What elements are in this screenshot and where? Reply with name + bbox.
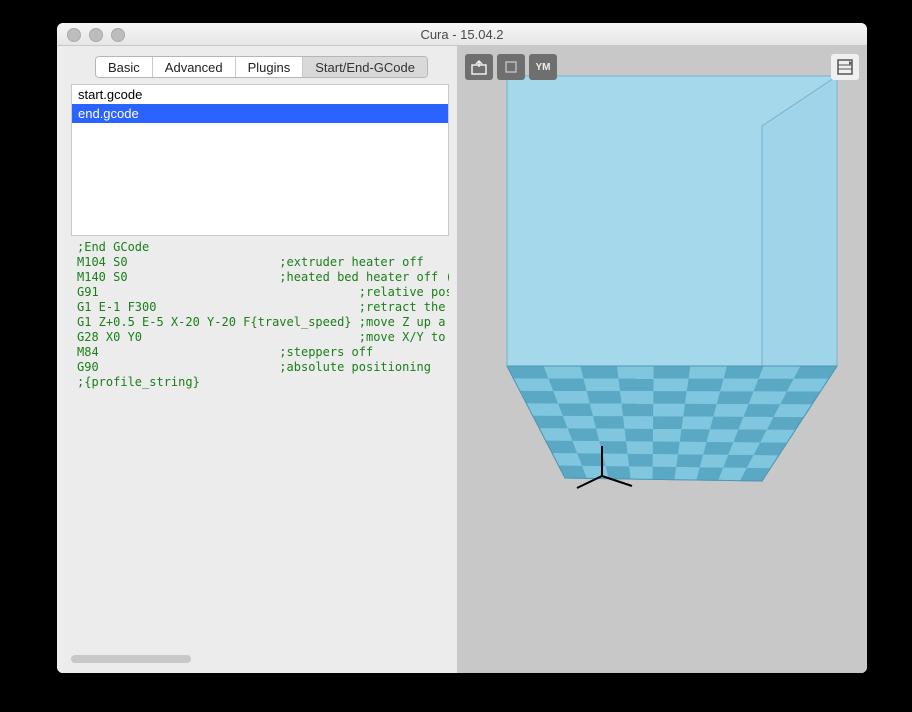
tab-advanced[interactable]: Advanced — [153, 57, 236, 77]
ym-icon: YM — [536, 62, 551, 73]
titlebar: Cura - 15.04.2 — [57, 23, 867, 46]
gcode-file-list[interactable]: start.gcodeend.gcode — [71, 84, 449, 236]
square-icon — [503, 59, 519, 75]
settings-pane: BasicAdvancedPluginsStart/End-GCode star… — [57, 46, 457, 673]
view-mode-button[interactable] — [831, 54, 859, 80]
viewport-toolbar: YM — [465, 54, 557, 80]
load-icon — [470, 59, 488, 75]
window-title: Cura - 15.04.2 — [57, 27, 867, 42]
gcode-editor-wrap: ;End GCode M104 S0 ;extruder heater off … — [71, 240, 449, 665]
tabs-segmented-control: BasicAdvancedPluginsStart/End-GCode — [95, 56, 428, 78]
viewport-3d[interactable]: YM — [457, 46, 867, 673]
minimize-icon[interactable] — [89, 28, 103, 42]
tabs-row: BasicAdvancedPluginsStart/End-GCode — [71, 56, 449, 78]
gcode-editor[interactable]: ;End GCode M104 S0 ;extruder heater off … — [71, 240, 449, 649]
toolpath-button[interactable] — [497, 54, 525, 80]
scrollbar-track — [71, 655, 449, 663]
scrollbar-thumb[interactable] — [71, 655, 191, 663]
app-window: Cura - 15.04.2 BasicAdvancedPluginsStart… — [57, 23, 867, 673]
tab-start-end-gcode[interactable]: Start/End-GCode — [303, 57, 427, 77]
ym-button[interactable]: YM — [529, 54, 557, 80]
layers-icon — [836, 58, 854, 76]
build-volume-render — [457, 46, 867, 673]
tab-basic[interactable]: Basic — [96, 57, 153, 77]
window-body: BasicAdvancedPluginsStart/End-GCode star… — [57, 46, 867, 673]
horizontal-scrollbar[interactable] — [71, 653, 449, 665]
zoom-icon[interactable] — [111, 28, 125, 42]
window-controls — [67, 28, 125, 42]
close-icon[interactable] — [67, 28, 81, 42]
list-item[interactable]: start.gcode — [72, 85, 448, 104]
list-item[interactable]: end.gcode — [72, 104, 448, 123]
tab-plugins[interactable]: Plugins — [236, 57, 304, 77]
load-model-button[interactable] — [465, 54, 493, 80]
